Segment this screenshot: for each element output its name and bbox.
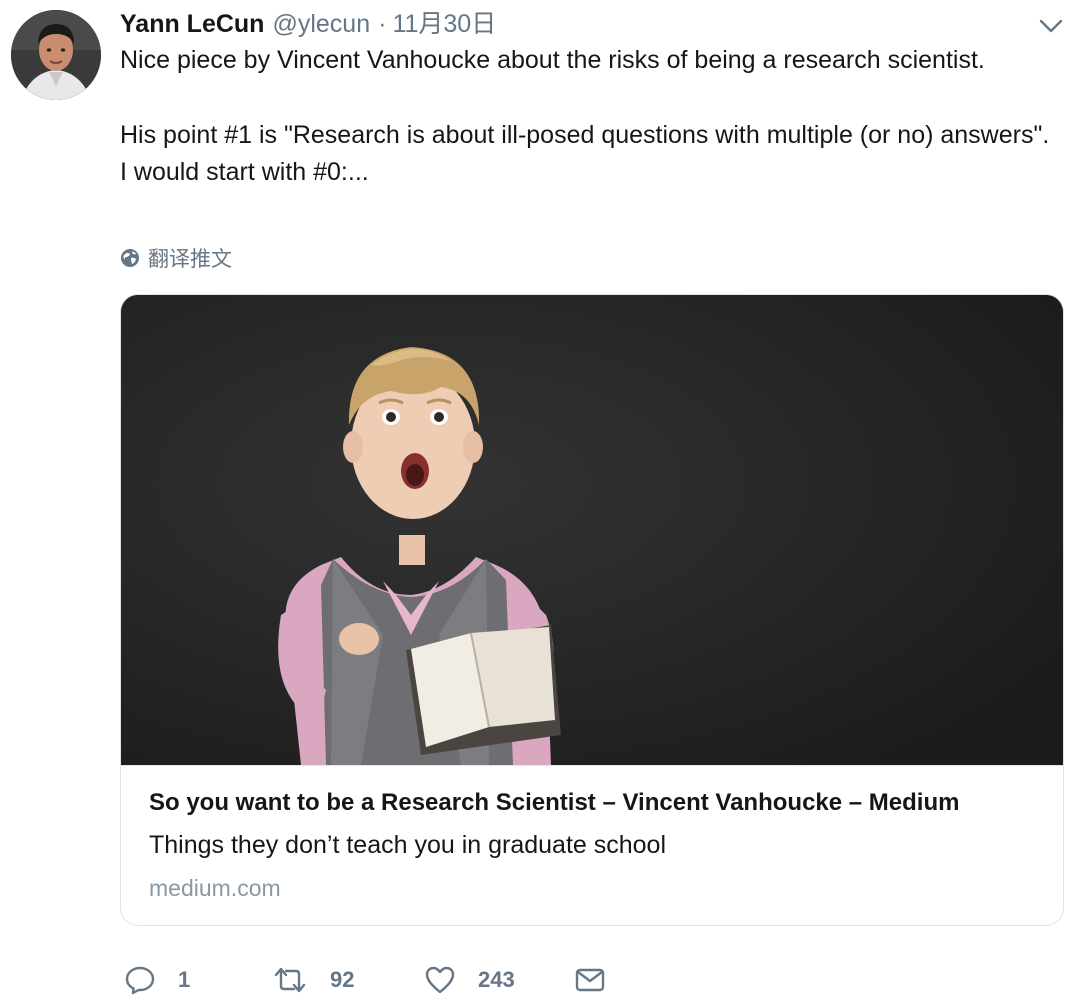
action-bar: 1 92 243	[124, 962, 644, 998]
heart-icon	[425, 966, 455, 994]
timestamp[interactable]: 11月30日	[392, 8, 496, 40]
retweet-count: 92	[330, 967, 355, 992]
user-handle[interactable]: @ylecun	[272, 8, 370, 40]
card-domain: medium.com	[149, 875, 281, 901]
photo-child-with-book	[121, 295, 1063, 765]
reply-button[interactable]: 1	[124, 962, 190, 998]
tweet-header: Yann LeCun @ylecun · 11月30日	[120, 8, 496, 40]
link-card[interactable]: So you want to be a Research Scientist –…	[120, 294, 1064, 926]
tweet: Yann LeCun @ylecun · 11月30日 Nice piece b…	[0, 0, 1080, 1003]
avatar-photo	[11, 10, 101, 100]
card-title[interactable]: So you want to be a Research Scientist –…	[149, 789, 959, 817]
card-divider	[121, 765, 1063, 766]
like-count: 243	[478, 967, 515, 992]
card-description: Things they don’t teach you in graduate …	[149, 831, 667, 859]
tweet-line-1: Nice piece by Vincent Vanhoucke about th…	[120, 46, 985, 74]
translate-label: 翻译推文	[148, 248, 232, 271]
direct-message-button[interactable]	[574, 962, 606, 998]
display-name[interactable]: Yann LeCun	[120, 8, 264, 40]
tweet-text: Nice piece by Vincent Vanhoucke about th…	[120, 42, 1060, 192]
reply-count: 1	[178, 967, 191, 992]
tweet-line-3: I would start with #0:...	[120, 158, 369, 186]
card-image[interactable]	[121, 295, 1063, 765]
tweet-menu-button[interactable]	[1038, 16, 1064, 36]
separator-dot: ·	[378, 10, 387, 38]
chevron-down-icon	[1039, 19, 1063, 33]
envelope-icon	[575, 968, 605, 992]
avatar[interactable]	[11, 10, 101, 100]
translate-tweet-link[interactable]: 翻译推文	[120, 242, 232, 274]
retweet-button[interactable]: 92	[272, 962, 354, 998]
tweet-line-2: His point #1 is "Research is about ill-p…	[120, 120, 1050, 149]
retweet-icon	[274, 967, 306, 993]
reply-icon	[125, 966, 155, 995]
globe-icon	[121, 249, 139, 267]
like-button[interactable]: 243	[424, 962, 515, 998]
